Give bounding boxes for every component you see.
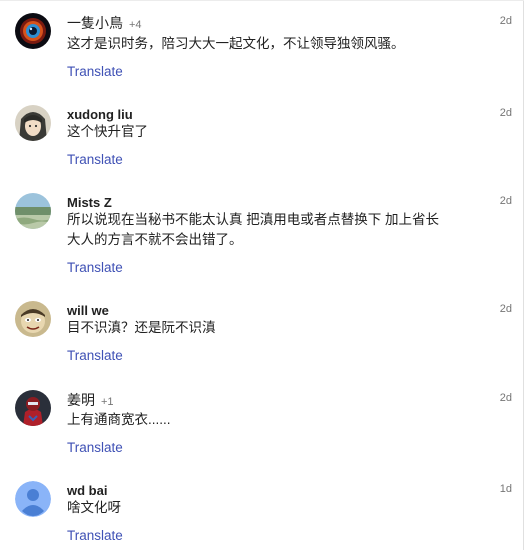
timestamp: 2d: [499, 15, 512, 27]
translate-link[interactable]: Translate: [67, 152, 123, 167]
comment-text: 目不识滇？还是阮不识滇: [67, 318, 216, 338]
comment-line: 大人的方言不就不会出错了。: [67, 232, 243, 247]
avatar[interactable]: [15, 13, 51, 49]
plus-count[interactable]: +1: [101, 396, 114, 408]
comment-line: 上有通商宽衣......: [67, 412, 171, 427]
comment-text: 这才是识时务，陪习大大一起文化，不让领导独领风骚。: [67, 34, 405, 54]
timestamp: 2d: [499, 195, 512, 207]
author-name[interactable]: 一隻小鳥: [67, 15, 123, 31]
comment-item: 姜明 +1 2d 上有通商宽衣...... Translate: [0, 390, 520, 462]
default-person-icon: [15, 481, 51, 517]
timestamp: 2d: [499, 107, 512, 119]
avatar[interactable]: [15, 105, 51, 141]
comment-text: 所以说现在当秘书不能太认真 把滇用电或者点替换下 加上省长 大人的方言不就不会出…: [67, 210, 439, 250]
author-name[interactable]: xudong liu: [67, 107, 133, 122]
avatar[interactable]: [15, 390, 51, 426]
timestamp: 2d: [499, 392, 512, 404]
galaxy-eye-icon: [15, 13, 51, 49]
comment-line: 所以说现在当秘书不能太认真 把滇用电或者点替换下 加上省长: [67, 212, 440, 227]
author-name[interactable]: 姜明: [67, 392, 95, 408]
divider: [0, 0, 524, 1]
translate-link[interactable]: Translate: [67, 440, 123, 455]
comment-text: 上有通商宽衣......: [67, 410, 171, 430]
timestamp: 1d: [499, 483, 512, 495]
comment-text: 这个快升官了: [67, 122, 148, 142]
avatar[interactable]: [15, 193, 51, 229]
comment-item: will we 2d 目不识滇？还是阮不识滇 Translate: [0, 301, 520, 373]
author-line: 一隻小鳥 +4: [67, 13, 142, 33]
comment-item: 一隻小鳥 +4 2d 这才是识时务，陪习大大一起文化，不让领导独领风骚。 Tran…: [0, 13, 520, 85]
translate-link[interactable]: Translate: [67, 348, 123, 363]
timestamp: 2d: [499, 303, 512, 315]
comment-line: 这才是识时务，陪习大大一起文化，不让领导独领风骚。: [67, 36, 405, 51]
author-name[interactable]: wd bai: [67, 483, 107, 498]
translate-link[interactable]: Translate: [67, 260, 123, 275]
anime-character-icon: [15, 105, 51, 141]
avatar[interactable]: [15, 301, 51, 337]
author-name[interactable]: will we: [67, 303, 109, 318]
comment-line: 目不识滇？还是阮不识滇: [67, 320, 216, 335]
cartoon-face-icon: [15, 301, 51, 337]
comment-line: 啥文化呀: [67, 500, 121, 515]
comment-item: Mists Z 2d 所以说现在当秘书不能太认真 把滇用电或者点替换下 加上省长…: [0, 193, 520, 283]
landscape-icon: [15, 193, 51, 229]
translate-link[interactable]: Translate: [67, 528, 123, 543]
author-name[interactable]: Mists Z: [67, 195, 112, 210]
plus-count[interactable]: +4: [129, 19, 142, 31]
comments-panel: 一隻小鳥 +4 2d 这才是识时务，陪习大大一起文化，不让领导独领风骚。 Tran…: [0, 0, 524, 550]
avatar[interactable]: [15, 481, 51, 517]
translate-link[interactable]: Translate: [67, 64, 123, 79]
comment-item: wd bai 1d 啥文化呀 Translate: [0, 481, 520, 547]
comment-item: xudong liu 2d 这个快升官了 Translate: [0, 105, 520, 177]
superhero-icon: [15, 390, 51, 426]
comment-text: 啥文化呀: [67, 498, 121, 518]
author-line: 姜明 +1: [67, 390, 114, 410]
comment-line: 这个快升官了: [67, 124, 148, 139]
